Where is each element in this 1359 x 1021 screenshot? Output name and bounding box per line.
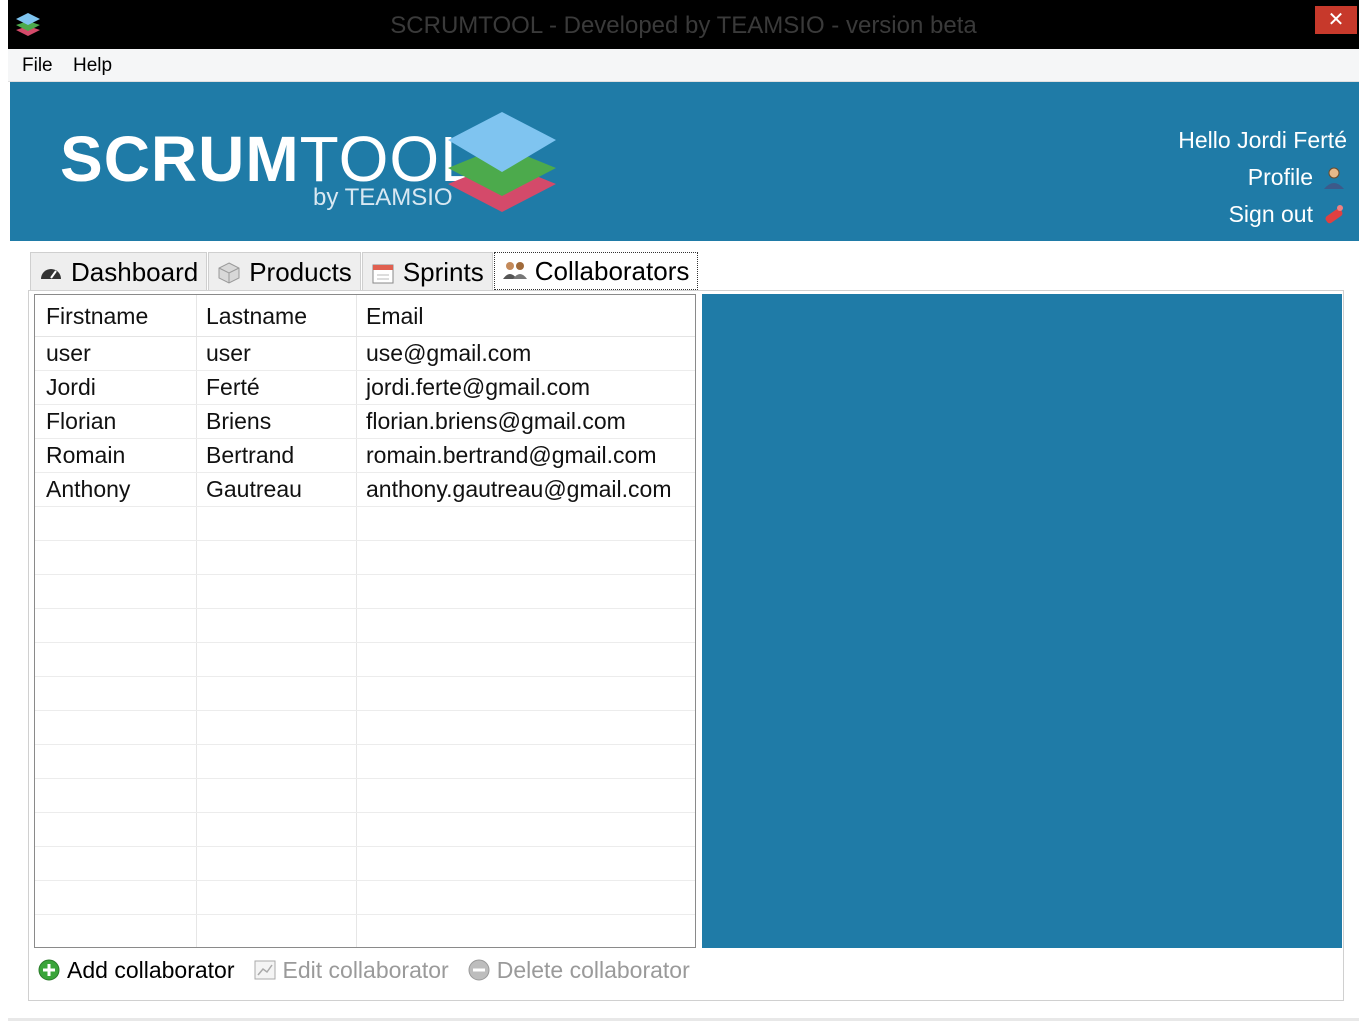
tab-dashboard[interactable]: Dashboard (30, 252, 208, 292)
empty-row (35, 507, 695, 541)
title-bar[interactable]: SCRUMTOOL - Developed by TEAMSIO - versi… (8, 0, 1359, 49)
cell-lastname: Ferté (206, 374, 260, 400)
collaborators-panel: Firstname Lastname Email user user use@g… (28, 290, 1344, 1001)
signout-icon (1325, 204, 1343, 223)
greeting-text: Hello Jordi Ferté (1178, 127, 1347, 153)
user-area: Hello Jordi Ferté Profile Sign out (1178, 122, 1347, 233)
empty-row (35, 813, 695, 847)
empty-row (35, 745, 695, 779)
cell-email: use@gmail.com (366, 340, 532, 366)
delete-collaborator-label: Delete collaborator (496, 956, 690, 983)
product-box-icon (218, 261, 240, 284)
empty-row (35, 643, 695, 677)
dashboard-gauge-icon (41, 268, 61, 279)
tab-collaborators[interactable]: Collaborators (493, 252, 699, 290)
profile-label: Profile (1247, 164, 1313, 190)
table-row[interactable]: Romain Bertrand romain.bertrand@gmail.co… (35, 439, 695, 473)
empty-row (35, 915, 695, 947)
delete-collaborator-button[interactable]: Delete collaborator (467, 957, 690, 984)
empty-row (35, 779, 695, 813)
cell-lastname: Gautreau (206, 476, 302, 502)
cell-firstname: Anthony (46, 476, 131, 502)
layers-logo-icon (448, 112, 556, 212)
cell-lastname: Bertrand (206, 442, 295, 468)
collaborators-table[interactable]: Firstname Lastname Email user user use@g… (34, 294, 696, 948)
action-bar: Add collaborator Edit collaborator Delet… (37, 953, 690, 987)
menu-bar: File Help (8, 49, 1359, 82)
table-row[interactable]: Jordi Ferté jordi.ferte@gmail.com (35, 371, 695, 405)
tab-products[interactable]: Products (208, 252, 361, 292)
edit-chart-icon (254, 960, 275, 980)
empty-row (35, 575, 695, 609)
collaborator-detail-panel (702, 294, 1342, 948)
empty-row (35, 847, 695, 881)
empty-row (35, 711, 695, 745)
cell-lastname: Briens (206, 408, 272, 434)
empty-row (35, 677, 695, 711)
column-header-lastname[interactable]: Lastname (206, 303, 307, 330)
cell-firstname: user (46, 340, 91, 366)
empty-row (35, 609, 695, 643)
profile-link[interactable]: Profile (1178, 159, 1347, 196)
app-window: SCRUMTOOL - Developed by TEAMSIO - versi… (8, 0, 1359, 1021)
logo-bold: SCRUM (60, 123, 300, 195)
column-header-email[interactable]: Email (366, 303, 424, 330)
cell-firstname: Romain (46, 442, 126, 468)
header-banner: SCRUMTOOL by TEAMSIO Hello Jordi Ferté P… (10, 82, 1359, 241)
tab-collaborators-label: Collaborators (534, 255, 690, 286)
table-row[interactable]: Florian Briens florian.briens@gmail.com (35, 405, 695, 439)
window-title: SCRUMTOOL - Developed by TEAMSIO - versi… (390, 12, 977, 39)
table-row[interactable]: Anthony Gautreau anthony.gautreau@gmail.… (35, 473, 695, 507)
cell-email: romain.bertrand@gmail.com (366, 442, 657, 468)
delete-minus-icon (468, 959, 490, 981)
tab-sprints[interactable]: Sprints (361, 252, 493, 292)
users-icon (502, 262, 527, 279)
profile-user-icon (1324, 167, 1344, 189)
table-row[interactable]: user user use@gmail.com (35, 337, 695, 371)
logo-subtitle: by TEAMSIO (313, 184, 453, 211)
menu-help[interactable]: Help (73, 55, 112, 77)
cell-firstname: Jordi (46, 374, 96, 400)
column-header-firstname[interactable]: Firstname (46, 303, 148, 330)
tab-sprints-label: Sprints (402, 257, 484, 287)
table-header: Firstname Lastname Email (35, 295, 695, 337)
signout-link[interactable]: Sign out (1178, 196, 1347, 233)
close-button[interactable]: ✕ (1315, 6, 1357, 34)
tab-dashboard-label: Dashboard (71, 257, 199, 287)
cell-email: anthony.gautreau@gmail.com (366, 476, 672, 502)
cell-firstname: Florian (46, 408, 117, 434)
add-collaborator-button[interactable]: Add collaborator (37, 957, 235, 984)
edit-collaborator-label: Edit collaborator (282, 956, 449, 983)
cell-email: jordi.ferte@gmail.com (366, 374, 591, 400)
cell-email: florian.briens@gmail.com (366, 408, 626, 434)
add-collaborator-label: Add collaborator (67, 956, 235, 983)
empty-row (35, 541, 695, 575)
tab-products-label: Products (249, 257, 352, 287)
signout-label: Sign out (1228, 201, 1313, 227)
calendar-icon (372, 264, 394, 283)
main-tabs: Dashboard Products Sprints Collaborators (30, 252, 699, 292)
add-plus-icon (38, 959, 60, 981)
edit-collaborator-button[interactable]: Edit collaborator (253, 957, 449, 984)
menu-file[interactable]: File (22, 55, 53, 77)
cell-lastname: user (206, 340, 251, 366)
greeting: Hello Jordi Ferté (1178, 122, 1347, 159)
empty-row (35, 881, 695, 915)
